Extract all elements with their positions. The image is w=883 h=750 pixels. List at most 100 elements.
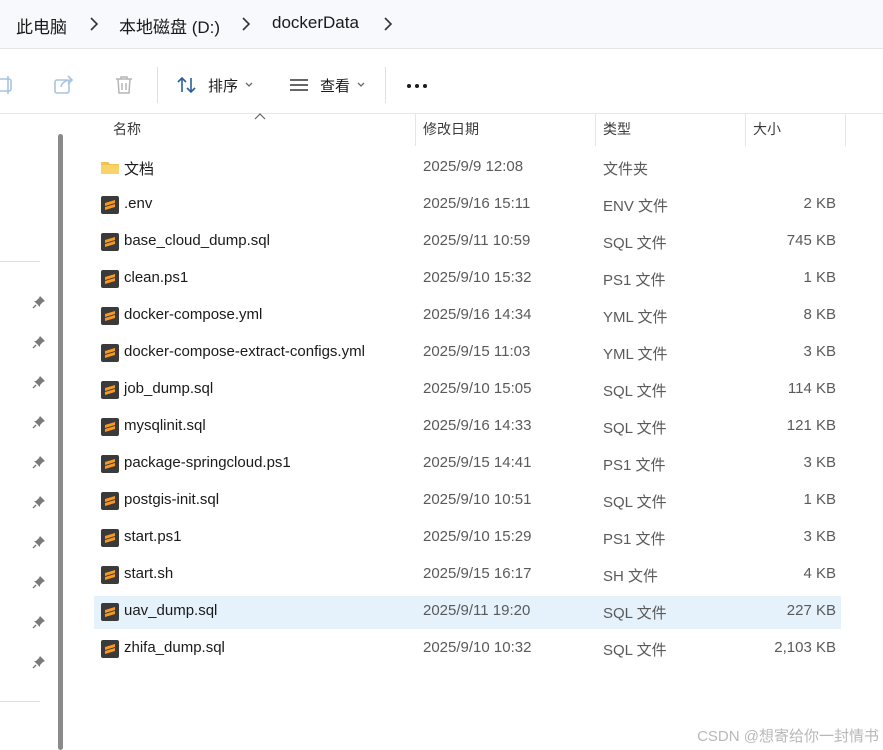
file-modified: 2025/9/15 14:41 [423,454,532,471]
toolbar-separator [385,67,386,103]
file-type: ENV 文件 [603,198,669,215]
column-divider[interactable] [595,114,596,146]
column-header-modified[interactable]: 修改日期 [423,114,479,146]
breadcrumb-item-drive-d[interactable]: 本地磁盘 (D:) [119,13,220,38]
file-size: 2 KB [803,195,836,212]
pin-icon[interactable] [31,374,47,390]
pin-icon[interactable] [31,294,47,310]
sublime-file-icon [101,233,119,251]
file-modified: 2025/9/10 15:32 [423,269,532,286]
file-size: 4 KB [803,565,836,582]
column-divider[interactable] [845,114,846,146]
file-type: SQL 文件 [603,605,667,622]
column-header-name[interactable]: 名称 [113,114,141,146]
file-size: 121 KB [786,417,836,434]
file-modified: 2025/9/10 10:32 [423,639,532,656]
sublime-file-icon [101,492,119,510]
file-type: PS1 文件 [603,457,666,474]
sublime-file-icon [101,529,119,547]
file-modified: 2025/9/16 15:11 [423,195,531,212]
sublime-file-icon [101,603,119,621]
file-modified: 2025/9/11 10:59 [423,232,531,249]
file-name: zhifa_dump.sql [124,639,225,656]
delete-icon[interactable] [112,73,136,97]
pin-icon[interactable] [31,494,47,510]
file-size: 1 KB [803,491,836,508]
nav-divider [0,261,40,262]
file-size: 8 KB [803,306,836,323]
file-type: SQL 文件 [603,642,667,659]
sublime-file-icon [101,344,119,362]
table-row[interactable]: start.ps1 2025/9/10 15:29 PS1 文件 3 KB [94,522,841,555]
table-row[interactable]: zhifa_dump.sql 2025/9/10 10:32 SQL 文件 2,103… [94,633,841,666]
pin-icon[interactable] [31,454,47,470]
table-row[interactable]: postgis-init.sql 2025/9/10 10:51 SQL 文件 1 K… [94,485,841,518]
rename-icon[interactable] [0,73,18,97]
table-row[interactable]: docker-compose.yml 2025/9/16 14:34 YML 文件 8… [94,300,841,333]
table-row[interactable]: job_dump.sql 2025/9/10 15:05 SQL 文件 114 KB [94,374,841,407]
file-size: 114 KB [787,380,836,397]
file-name: mysqlinit.sql [124,417,206,434]
table-row[interactable]: 文档 2025/9/9 12:08 文件夹 [94,152,841,185]
file-type: YML 文件 [603,346,668,363]
folder-icon [101,162,119,174]
breadcrumb: 此电脑 本地磁盘 (D:) dockerData [0,0,883,49]
file-type: SQL 文件 [603,494,667,511]
file-name: start.ps1 [124,528,182,545]
column-divider[interactable] [745,114,746,146]
pin-icon[interactable] [31,574,47,590]
pin-icon[interactable] [31,414,47,430]
pin-icon[interactable] [31,534,47,550]
view-list-icon [290,79,308,91]
table-row[interactable]: mysqlinit.sql 2025/9/16 14:33 SQL 文件 121 KB [94,411,841,444]
table-row[interactable]: .env 2025/9/16 15:11 ENV 文件 2 KB [94,189,841,222]
file-name: postgis-init.sql [124,491,220,508]
chevron-right-icon[interactable] [240,16,252,32]
file-modified: 2025/9/15 16:17 [423,565,532,582]
more-options-icon[interactable] [406,74,430,98]
column-divider[interactable] [415,114,416,146]
share-icon[interactable] [52,73,76,97]
chevron-down-icon [245,82,253,87]
file-modified: 2025/9/11 19:20 [423,602,531,619]
breadcrumb-item-this-pc[interactable]: 此电脑 [16,13,67,38]
file-modified: 2025/9/10 15:05 [423,380,532,397]
chevron-right-icon[interactable] [382,16,394,32]
file-name: uav_dump.sql [124,602,218,619]
table-row[interactable]: start.sh 2025/9/15 16:17 SH 文件 4 KB [94,559,841,592]
pin-icon[interactable] [31,614,47,630]
view-button[interactable]: 查看 [288,71,376,99]
sort-button[interactable]: 排序 [176,71,264,99]
table-row[interactable]: package-springcloud.ps1 2025/9/15 14:41 PS… [94,448,841,481]
table-row[interactable]: base_cloud_dump.sql 2025/9/11 10:59 SQL 文件… [94,226,841,259]
table-row[interactable]: docker-compose-extract-configs.yml 2025/9… [94,337,841,370]
pin-icon[interactable] [31,334,47,350]
file-modified: 2025/9/16 14:34 [423,306,532,323]
file-name: .env [124,195,153,212]
table-row[interactable]: clean.ps1 2025/9/10 15:32 PS1 文件 1 KB [94,263,841,296]
toolbar-separator [157,67,158,103]
pin-icon[interactable] [31,654,47,670]
sort-label: 排序 [208,77,239,95]
file-type: SQL 文件 [603,235,667,252]
file-size: 227 KB [786,602,836,619]
file-type: PS1 文件 [603,272,666,289]
breadcrumb-item-dockerdata[interactable]: dockerData [272,13,359,33]
file-type: SQL 文件 [603,420,667,437]
column-header-size[interactable]: 大小 [753,114,781,146]
command-bar: 排序 查看 [0,57,883,114]
table-row[interactable]: uav_dump.sql 2025/9/11 19:20 SQL 文件 227 KB [94,596,841,629]
column-header-type[interactable]: 类型 [603,114,631,146]
file-size: 745 KB [786,232,836,249]
watermark: CSDN @想寄给你一封情书 [697,728,879,745]
file-name: base_cloud_dump.sql [124,232,270,249]
file-modified: 2025/9/16 14:33 [423,417,532,434]
file-modified: 2025/9/9 12:08 [423,158,524,175]
file-name: clean.ps1 [124,269,189,286]
chevron-right-icon[interactable] [88,16,100,32]
file-type: YML 文件 [603,309,668,326]
file-name: docker-compose-extract-configs.yml [124,343,365,360]
file-size: 3 KB [803,454,836,471]
nav-scrollbar[interactable] [58,134,63,750]
sublime-file-icon [101,640,119,658]
